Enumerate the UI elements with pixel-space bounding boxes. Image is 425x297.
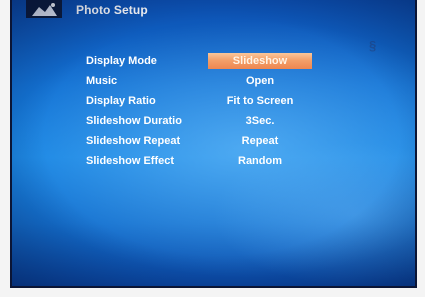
photo-icon [26, 0, 62, 18]
menu-item-label: Slideshow Effect [86, 155, 175, 167]
menu-item-label: Slideshow Duratio [86, 115, 182, 127]
menu-item-slideshow-duration[interactable]: Slideshow Duratio 3Sec. [12, 113, 415, 131]
menu-item-value[interactable]: Repeat [208, 135, 312, 147]
page-title: Photo Setup [76, 3, 148, 17]
menu-item-value[interactable]: Open [208, 75, 312, 87]
watermark-glyph: § [369, 38, 377, 53]
menu-item-label: Display Mode [86, 55, 157, 67]
menu-item-display-ratio[interactable]: Display Ratio Fit to Screen [12, 93, 415, 111]
menu-item-label: Music [86, 75, 118, 87]
device-bezel: Photo Setup § Display Mode Slideshow Mus… [0, 0, 425, 297]
menu-item-value[interactable]: Random [208, 155, 312, 167]
menu-item-slideshow-repeat[interactable]: Slideshow Repeat Repeat [12, 133, 415, 151]
menu-item-label: Display Ratio [86, 95, 156, 107]
menu-item-slideshow-effect[interactable]: Slideshow Effect Random [12, 153, 415, 171]
menu-item-value-selected[interactable]: Slideshow [208, 53, 312, 69]
menu-item-value[interactable]: 3Sec. [208, 115, 312, 127]
menu-item-display-mode[interactable]: Display Mode Slideshow [12, 53, 415, 71]
menu-item-label: Slideshow Repeat [86, 135, 181, 147]
menu-item-music[interactable]: Music Open [12, 73, 415, 91]
menu-item-value[interactable]: Fit to Screen [208, 95, 312, 107]
osd-screen: Photo Setup § Display Mode Slideshow Mus… [10, 0, 417, 288]
